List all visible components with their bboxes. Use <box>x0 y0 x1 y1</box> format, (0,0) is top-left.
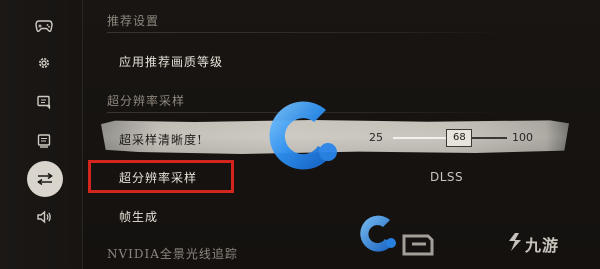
display-icon[interactable] <box>30 127 58 155</box>
section-header-ray-tracing: NVIDIA全景光线追踪 <box>107 247 238 261</box>
speaker-icon[interactable] <box>30 203 58 231</box>
slider-min-label: 25 <box>369 131 383 144</box>
frame-generation-option[interactable]: 帧生成 <box>119 208 158 225</box>
gamepad-icon[interactable] <box>30 12 58 40</box>
watermark-logo-icon <box>269 101 337 170</box>
red-highlight-box <box>88 160 234 193</box>
slider-max-label: 100 <box>512 131 533 144</box>
watermark-small-logo-icon <box>360 215 396 252</box>
watermark-brand-icon <box>509 233 521 251</box>
watermark-brand-text: 九游 <box>525 236 560 255</box>
settings-screen: 推荐设置 应用推荐画质等级 超分辨率采样 帧生成 NVIDIA全景光线追踪 超采… <box>0 0 600 269</box>
upscaling-value[interactable]: DLSS <box>430 170 463 184</box>
chat-icon[interactable] <box>30 88 58 116</box>
sharpness-slider-handle[interactable]: 68 <box>446 129 473 147</box>
settings-sidebar <box>0 0 82 269</box>
apply-recommended-quality-option[interactable]: 应用推荐画质等级 <box>119 53 223 70</box>
section-header-recommended: 推荐设置 <box>107 14 160 28</box>
section-divider <box>107 32 507 33</box>
gear-icon[interactable] <box>30 49 58 77</box>
sharpness-label: 超采样清晰度! <box>119 133 203 147</box>
sliders-icon[interactable] <box>27 161 63 197</box>
section-header-super-sampling: 超分辨率采样 <box>107 94 186 108</box>
watermark-fragment-icon <box>402 234 434 256</box>
